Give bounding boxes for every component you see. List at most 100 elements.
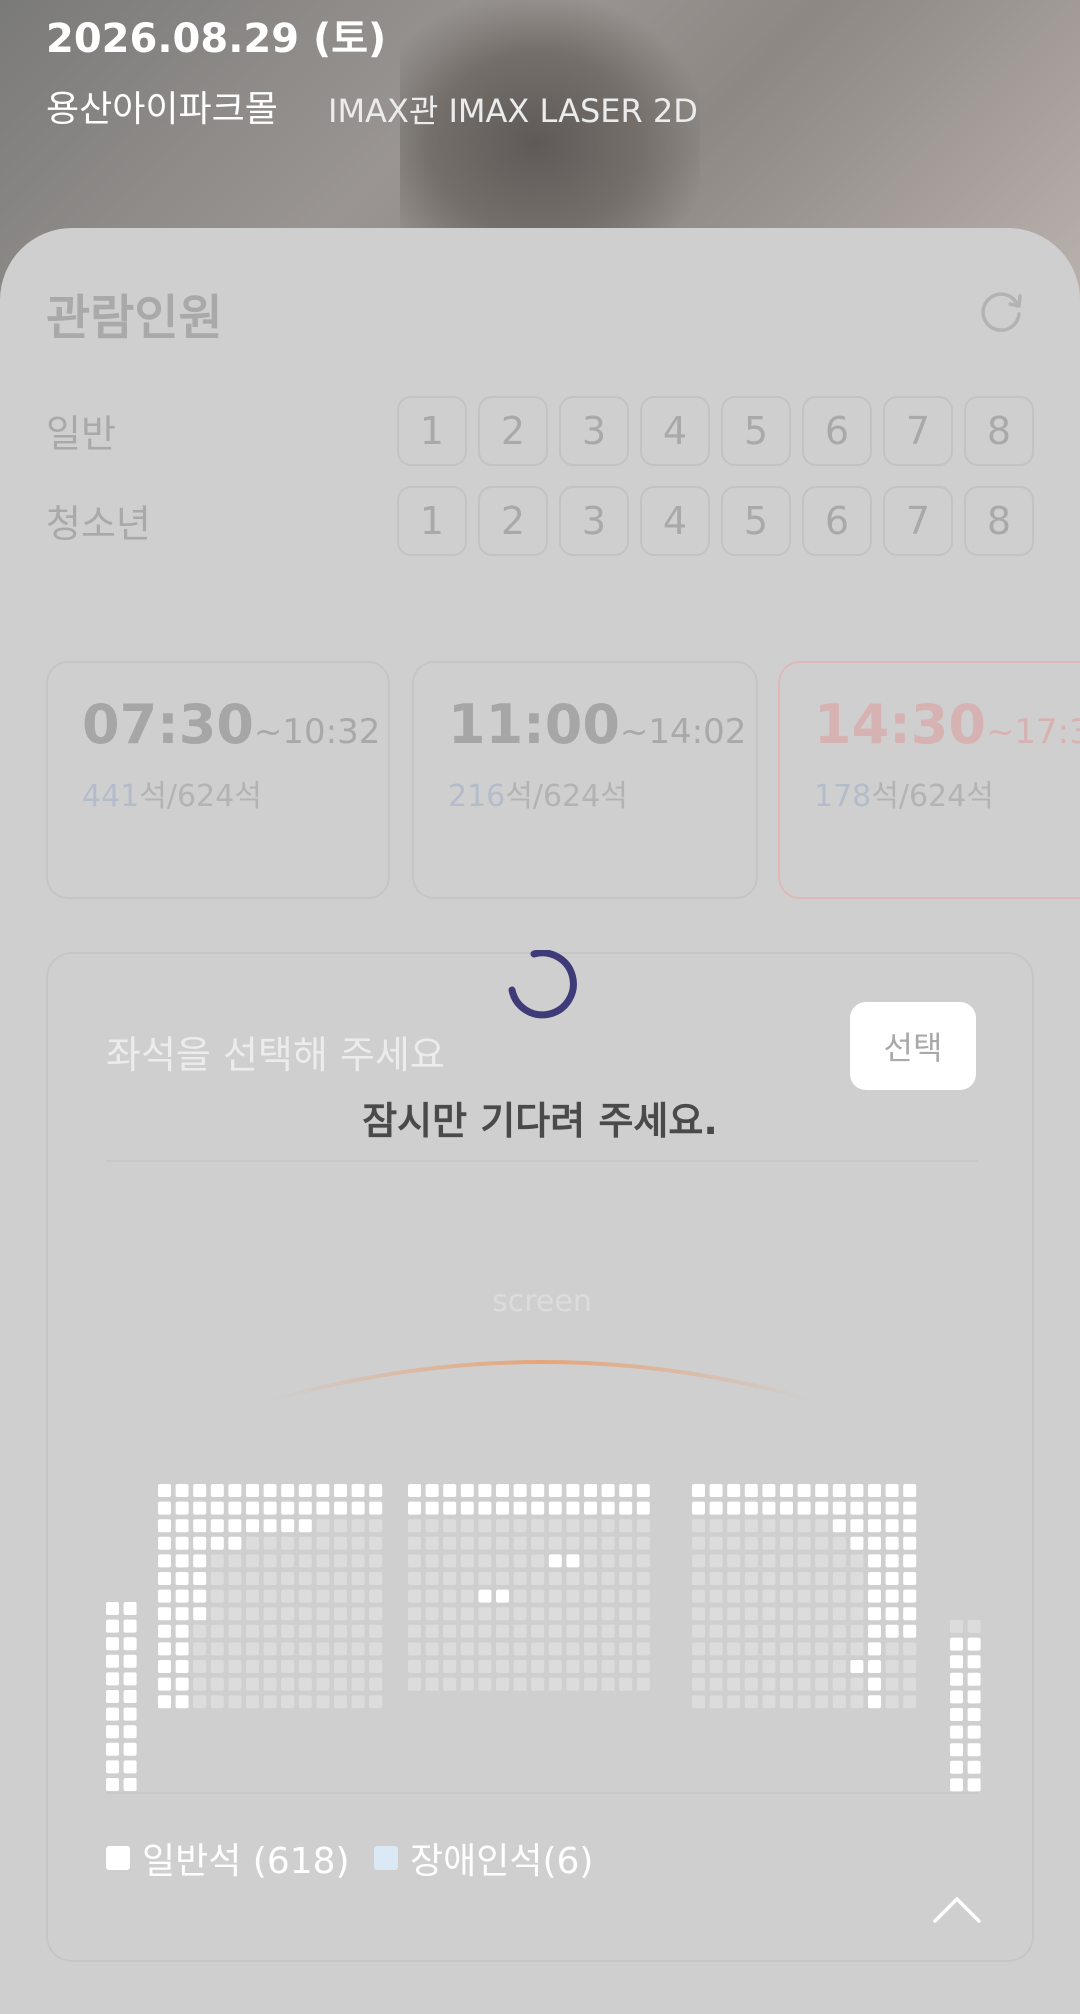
seat[interactable] — [158, 1589, 171, 1603]
seat[interactable] — [692, 1572, 705, 1585]
seat[interactable] — [175, 1484, 189, 1497]
seat[interactable] — [548, 1484, 562, 1497]
seat[interactable] — [762, 1642, 776, 1656]
seat[interactable] — [369, 1677, 383, 1691]
seat[interactable] — [460, 1501, 474, 1515]
seat[interactable] — [513, 1607, 527, 1621]
seat[interactable] — [832, 1624, 846, 1638]
seat[interactable] — [850, 1589, 864, 1603]
seat[interactable] — [246, 1572, 259, 1585]
seat[interactable] — [797, 1519, 811, 1533]
seat[interactable] — [903, 1519, 917, 1533]
seat[interactable] — [850, 1519, 864, 1533]
seat[interactable] — [868, 1519, 881, 1533]
seat[interactable] — [692, 1624, 705, 1638]
seat[interactable] — [762, 1554, 776, 1568]
seat[interactable] — [868, 1607, 881, 1621]
seat[interactable] — [709, 1572, 723, 1585]
seat[interactable] — [619, 1589, 633, 1603]
seat[interactable] — [246, 1695, 259, 1709]
seat[interactable] — [692, 1695, 705, 1709]
seat[interactable] — [351, 1624, 365, 1638]
seat[interactable] — [531, 1677, 545, 1691]
seat[interactable] — [967, 1637, 981, 1651]
seat[interactable] — [316, 1519, 330, 1533]
seat[interactable] — [815, 1695, 829, 1709]
seat[interactable] — [193, 1589, 207, 1603]
seat[interactable] — [727, 1519, 741, 1533]
seat[interactable] — [478, 1519, 492, 1533]
seat[interactable] — [210, 1624, 224, 1638]
seat[interactable] — [228, 1484, 242, 1497]
seat[interactable] — [762, 1501, 776, 1515]
seat[interactable] — [513, 1660, 527, 1673]
seat[interactable] — [903, 1624, 917, 1638]
seat[interactable] — [369, 1642, 383, 1656]
seat[interactable] — [762, 1695, 776, 1709]
seat[interactable] — [334, 1642, 347, 1656]
seat[interactable] — [950, 1778, 963, 1792]
seat[interactable] — [443, 1624, 457, 1638]
seat[interactable] — [316, 1607, 330, 1621]
seat[interactable] — [850, 1624, 864, 1638]
seat[interactable] — [460, 1519, 474, 1533]
seat[interactable] — [246, 1536, 259, 1550]
seat[interactable] — [175, 1501, 189, 1515]
seat[interactable] — [885, 1589, 899, 1603]
seat[interactable] — [744, 1554, 758, 1568]
seat[interactable] — [351, 1589, 365, 1603]
seat[interactable] — [281, 1484, 295, 1497]
seat[interactable] — [885, 1624, 899, 1638]
seat[interactable] — [351, 1677, 365, 1691]
seat[interactable] — [193, 1695, 207, 1709]
seat[interactable] — [281, 1589, 295, 1603]
seat[interactable] — [460, 1536, 474, 1550]
seat[interactable] — [316, 1554, 330, 1568]
seat[interactable] — [967, 1760, 981, 1774]
seat[interactable] — [106, 1778, 119, 1791]
seat[interactable] — [123, 1637, 137, 1651]
seat[interactable] — [263, 1519, 277, 1533]
showtime-card-selected[interactable]: 14:30~17:32 178석/624석 — [778, 661, 1080, 899]
seat[interactable] — [780, 1501, 793, 1515]
seat[interactable] — [408, 1677, 421, 1691]
seat[interactable] — [903, 1642, 917, 1656]
seat[interactable] — [850, 1607, 864, 1621]
seat[interactable] — [832, 1572, 846, 1585]
seat[interactable] — [425, 1554, 439, 1568]
seat[interactable] — [780, 1642, 793, 1656]
seat[interactable] — [228, 1501, 242, 1515]
seat[interactable] — [636, 1607, 650, 1621]
youth-count-6[interactable]: 6 — [802, 486, 872, 556]
seat[interactable] — [460, 1484, 474, 1497]
general-count-7[interactable]: 7 — [883, 396, 953, 466]
seat[interactable] — [815, 1624, 829, 1638]
seat[interactable] — [850, 1695, 864, 1709]
seat[interactable] — [601, 1501, 615, 1515]
seat[interactable] — [246, 1624, 259, 1638]
seat[interactable] — [566, 1589, 580, 1603]
seat[interactable] — [868, 1677, 881, 1691]
seat[interactable] — [850, 1484, 864, 1497]
seat[interactable] — [815, 1589, 829, 1603]
seat[interactable] — [496, 1572, 509, 1585]
seat[interactable] — [950, 1760, 963, 1774]
seat[interactable] — [950, 1690, 963, 1704]
seat[interactable] — [281, 1501, 295, 1515]
seat[interactable] — [815, 1536, 829, 1550]
seat[interactable] — [709, 1695, 723, 1709]
seat[interactable] — [425, 1607, 439, 1621]
seat[interactable] — [727, 1589, 741, 1603]
seat[interactable] — [815, 1501, 829, 1515]
seat[interactable] — [566, 1624, 580, 1638]
seat[interactable] — [158, 1677, 171, 1691]
seat[interactable] — [548, 1589, 562, 1603]
seat[interactable] — [636, 1660, 650, 1673]
seat[interactable] — [369, 1660, 383, 1673]
seat[interactable] — [316, 1624, 330, 1638]
seat[interactable] — [478, 1660, 492, 1673]
seat[interactable] — [531, 1501, 545, 1515]
seat[interactable] — [351, 1607, 365, 1621]
seat[interactable] — [158, 1536, 171, 1550]
seat[interactable] — [692, 1677, 705, 1691]
